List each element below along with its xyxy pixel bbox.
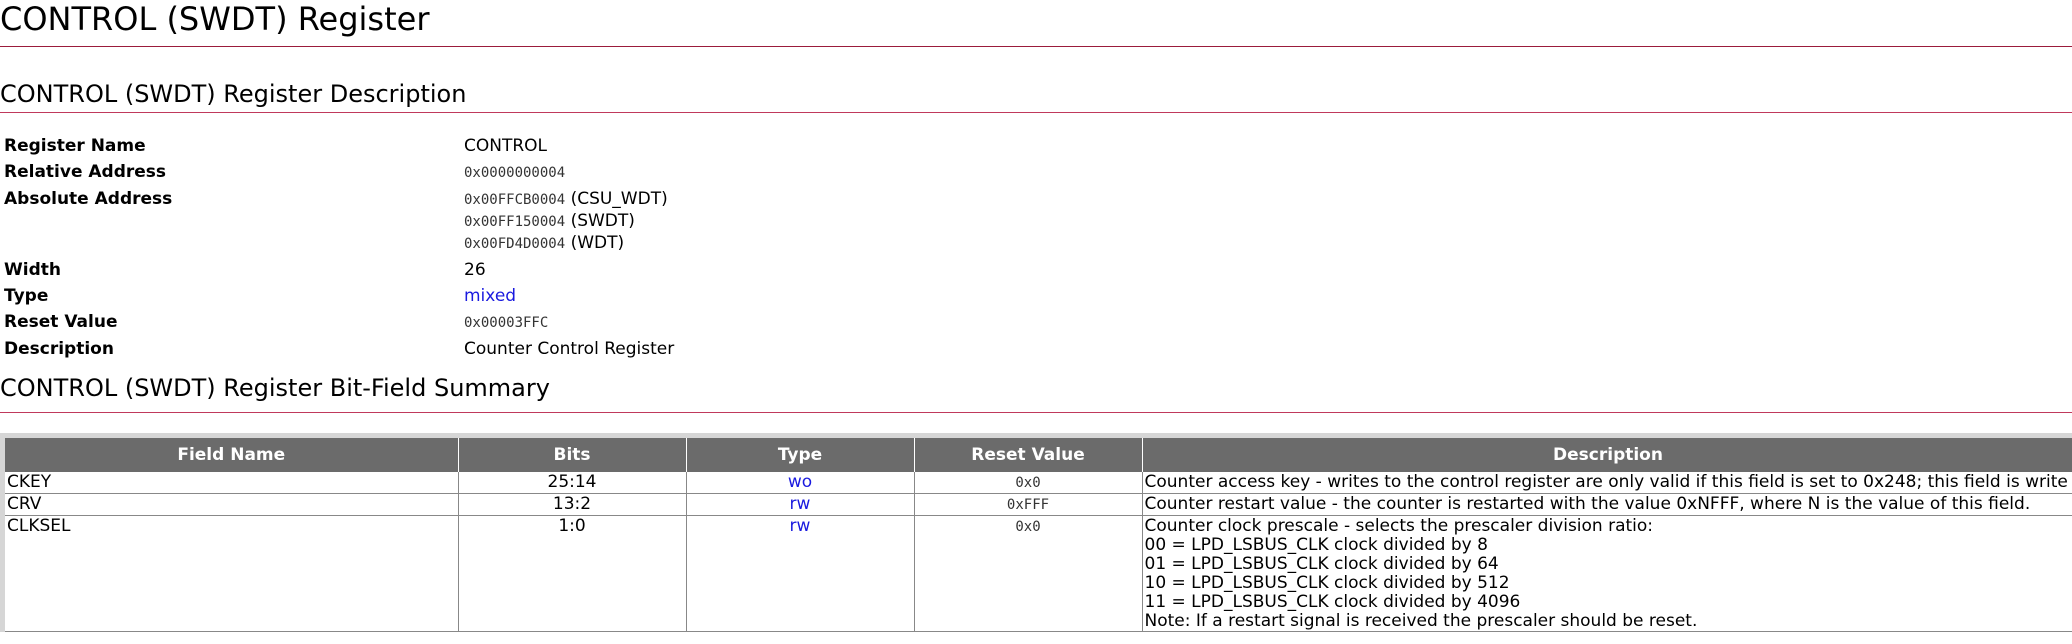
type-link[interactable]: wo [788, 472, 812, 492]
bits-cell: 1:0 [458, 515, 687, 632]
property-label: Reset Value [4, 312, 118, 332]
column-header-type: Type [686, 438, 915, 472]
description-value: Counter Control Register [464, 339, 675, 359]
column-header-reset-value: Reset Value [914, 438, 1143, 472]
register-name-value: CONTROL [464, 136, 548, 156]
type-cell[interactable]: rw [686, 493, 915, 516]
bitfield-summary-table: Field Name Bits Type Reset Value Descrip… [5, 438, 2072, 632]
description-line: Note: If a restart signal is received th… [1144, 611, 1698, 631]
description-cell: Counter restart value - the counter is r… [1142, 493, 2072, 516]
width-value: 26 [464, 260, 486, 280]
property-row-reset-value: Reset Value 0x00003FFC [0, 309, 678, 336]
reset-value-code: 0xFFF [1006, 497, 1050, 513]
property-row-width: Width 26 [0, 257, 678, 283]
type-value[interactable]: mixed [460, 283, 678, 309]
description-cell: Counter clock prescale - selects the pre… [1142, 515, 2072, 632]
type-link[interactable]: rw [790, 494, 811, 514]
description-cell: Counter access key - writes to the contr… [1142, 472, 2072, 494]
property-row-relative-address: Relative Address 0x0000000004 [0, 159, 678, 186]
bits-cell: 13:2 [458, 493, 687, 516]
table-row: CLKSEL 1:0 rw 0x0 Counter clock prescale… [5, 515, 2072, 632]
absolute-address-name: (WDT) [570, 233, 625, 253]
description-line: 11 = LPD_LSBUS_CLK clock divided by 4096 [1144, 592, 1521, 612]
description-line: Counter restart value - the counter is r… [1144, 494, 2031, 514]
property-row-register-name: Register Name CONTROL [0, 133, 678, 159]
property-row-description: Description Counter Control Register [0, 336, 678, 362]
reset-value: 0x00003FFC [460, 309, 678, 336]
description-section-heading: CONTROL (SWDT) Register Description [0, 80, 2072, 113]
absolute-address-code: 0x00FD4D0004 [464, 236, 566, 252]
property-label: Description [4, 339, 114, 359]
description-line: Counter clock prescale - selects the pre… [1144, 516, 1654, 536]
absolute-address-entry: 0x00FF150004 (SWDT) [464, 211, 674, 233]
field-name-cell: CRV [5, 493, 459, 516]
property-label: Width [4, 260, 61, 280]
property-row-type: Type mixed [0, 283, 678, 309]
description-line: Counter access key - writes to the contr… [1144, 472, 2072, 492]
register-properties-table: Register Name CONTROL Relative Address 0… [0, 133, 678, 362]
property-label: Relative Address [4, 162, 167, 182]
absolute-address-code: 0x00FF150004 [464, 214, 566, 230]
table-row: CKEY 25:14 wo 0x0 Counter access key - w… [5, 472, 2072, 494]
reset-value-code: 0x0 [1015, 519, 1041, 535]
type-cell[interactable]: rw [686, 515, 915, 632]
description-line: 01 = LPD_LSBUS_CLK clock divided by 64 [1144, 554, 1499, 574]
absolute-address-entry: 0x00FD4D0004 (WDT) [464, 233, 674, 255]
column-header-field-name: Field Name [5, 438, 459, 472]
bitfield-summary-heading: CONTROL (SWDT) Register Bit-Field Summar… [0, 374, 2072, 413]
type-link[interactable]: mixed [464, 286, 516, 306]
table-row: CRV 13:2 rw 0xFFF Counter restart value … [5, 493, 2072, 516]
absolute-address-name: (SWDT) [570, 211, 635, 231]
bits-cell: 25:14 [458, 472, 687, 494]
absolute-address-code: 0x00FFCB0004 [464, 192, 566, 208]
description-line: 00 = LPD_LSBUS_CLK clock divided by 8 [1144, 535, 1488, 555]
type-cell[interactable]: wo [686, 472, 915, 494]
type-link[interactable]: rw [790, 516, 811, 536]
column-header-description: Description [1142, 438, 2072, 472]
reset-value-code: 0x00003FFC [464, 315, 549, 331]
page-title: CONTROL (SWDT) Register [0, 0, 2072, 47]
description-line: 10 = LPD_LSBUS_CLK clock divided by 512 [1144, 573, 1510, 593]
relative-address-value: 0x0000000004 [460, 159, 678, 186]
relative-address-code: 0x0000000004 [464, 165, 566, 181]
reset-value-cell: 0x0 [914, 472, 1143, 494]
reset-value-code: 0x0 [1015, 475, 1041, 491]
absolute-address-entry: 0x00FFCB0004 (CSU_WDT) [464, 189, 674, 211]
reset-value-cell: 0xFFF [914, 493, 1143, 516]
field-name-cell: CKEY [5, 472, 459, 494]
property-label: Type [4, 286, 49, 306]
column-header-bits: Bits [458, 438, 687, 472]
absolute-address-values: 0x00FFCB0004 (CSU_WDT) 0x00FF150004 (SWD… [460, 186, 678, 257]
property-label: Absolute Address [4, 189, 173, 209]
reset-value-cell: 0x0 [914, 515, 1143, 632]
property-row-absolute-address: Absolute Address 0x00FFCB0004 (CSU_WDT) … [0, 186, 678, 257]
table-header-row: Field Name Bits Type Reset Value Descrip… [5, 438, 2072, 472]
absolute-address-name: (CSU_WDT) [570, 189, 668, 209]
bitfield-summary-container: Field Name Bits Type Reset Value Descrip… [0, 433, 2072, 632]
field-name-cell: CLKSEL [5, 515, 459, 632]
property-label: Register Name [4, 136, 146, 156]
